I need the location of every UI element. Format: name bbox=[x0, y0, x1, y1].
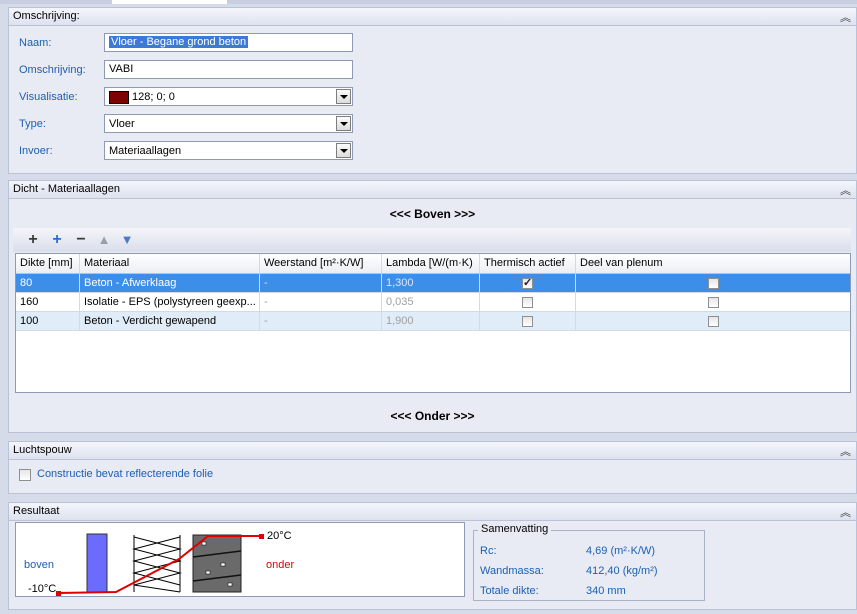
col-dikte[interactable]: Dikte [mm] bbox=[16, 254, 80, 273]
plenum-cell bbox=[576, 293, 850, 312]
table-row[interactable]: 80 Beton - Afwerklaag - 1,300 bbox=[16, 274, 850, 293]
visualisatie-select[interactable]: 128; 0; 0 bbox=[104, 87, 353, 106]
dicht-section: Dicht - Materiaallagen ︽ <<< Boven >>> +… bbox=[8, 180, 857, 433]
col-lambda[interactable]: Lambda [W/(m·K) bbox=[382, 254, 480, 273]
wandmassa-value: 412,40 (kg/m²) bbox=[586, 565, 658, 577]
reflecterende-folie-label[interactable]: Constructie bevat reflecterende folie bbox=[37, 468, 213, 480]
luchtspouw-header[interactable]: Luchtspouw ︽ bbox=[9, 442, 856, 460]
temperature-profile-graphic bbox=[56, 533, 264, 596]
collapse-icon[interactable]: ︽ bbox=[840, 443, 851, 459]
insert-icon[interactable]: + bbox=[49, 232, 65, 248]
visualisatie-label: Visualisatie: bbox=[19, 91, 78, 103]
collapse-icon[interactable]: ︽ bbox=[840, 504, 851, 520]
collapse-icon[interactable]: ︽ bbox=[840, 182, 851, 198]
chevron-down-icon[interactable] bbox=[336, 143, 351, 158]
col-thermisch[interactable]: Thermisch actief bbox=[480, 254, 576, 273]
totale-dikte-label: Totale dikte: bbox=[480, 585, 539, 597]
resultaat-section: Resultaat ︽ boven onder 20°C -10°C Samen… bbox=[8, 502, 857, 610]
onder-label: <<< Onder >>> bbox=[390, 409, 475, 423]
add-icon[interactable]: + bbox=[25, 232, 41, 248]
omschrijving-header[interactable]: Omschrijving: ︽ bbox=[9, 8, 856, 26]
dikte-cell[interactable]: 80 bbox=[16, 274, 80, 293]
section-title: Dicht - Materiaallagen bbox=[13, 183, 120, 195]
boven-label: <<< Boven >>> bbox=[389, 207, 476, 221]
chevron-down-icon[interactable] bbox=[336, 89, 351, 104]
omschrijving-label: Omschrijving: bbox=[19, 64, 86, 76]
invoer-label: Invoer: bbox=[19, 145, 53, 157]
wandmassa-label: Wandmassa: bbox=[480, 565, 544, 577]
materiaal-cell[interactable]: Beton - Afwerklaag bbox=[80, 274, 260, 293]
naam-label: Naam: bbox=[19, 37, 52, 49]
onder-side-label: onder bbox=[266, 559, 295, 571]
move-up-icon[interactable]: ▲ bbox=[96, 232, 112, 248]
rc-label: Rc: bbox=[480, 545, 497, 557]
col-plenum[interactable]: Deel van plenum bbox=[576, 254, 850, 273]
weerstand-cell: - bbox=[260, 274, 382, 293]
temp-top-label: 20°C bbox=[267, 530, 292, 542]
type-select[interactable]: Vloer bbox=[104, 114, 353, 133]
resultaat-header[interactable]: Resultaat ︽ bbox=[9, 503, 856, 521]
top-tab-strip bbox=[0, 0, 857, 4]
weerstand-cell: - bbox=[260, 293, 382, 312]
lambda-cell: 1,900 bbox=[382, 312, 480, 331]
table-row[interactable]: 160 Isolatie - EPS (polystyreen geexp...… bbox=[16, 293, 850, 312]
remove-icon[interactable]: − bbox=[73, 232, 89, 248]
omschrijving-section: Omschrijving: ︽ Naam: Vloer - Begane gro… bbox=[8, 7, 857, 174]
col-weerstand[interactable]: Weerstand [m²·K/W] bbox=[260, 254, 382, 273]
thermisch-cell bbox=[480, 312, 576, 331]
layer-toolbar: + + − ▲ ▼ bbox=[13, 228, 851, 252]
lambda-cell: 0,035 bbox=[382, 293, 480, 312]
dikte-cell[interactable]: 160 bbox=[16, 293, 80, 312]
section-title: Omschrijving: bbox=[13, 10, 80, 22]
chevron-down-icon[interactable] bbox=[336, 116, 351, 131]
move-down-icon[interactable]: ▼ bbox=[119, 232, 135, 248]
lambda-cell: 1,300 bbox=[382, 274, 480, 293]
grid-header: Dikte [mm] Materiaal Weerstand [m²·K/W] … bbox=[16, 254, 850, 274]
weerstand-cell: - bbox=[260, 312, 382, 331]
thermisch-checkbox[interactable] bbox=[522, 297, 533, 308]
plenum-cell bbox=[576, 312, 850, 331]
boven-side-label: boven bbox=[24, 559, 54, 571]
reflecterende-folie-checkbox[interactable] bbox=[19, 469, 31, 481]
totale-dikte-value: 340 mm bbox=[586, 585, 626, 597]
omschrijving-field[interactable]: VABI bbox=[104, 60, 353, 79]
thermisch-checkbox[interactable] bbox=[522, 276, 533, 289]
invoer-select[interactable]: Materiaallagen bbox=[104, 141, 353, 160]
type-label: Type: bbox=[19, 118, 46, 130]
section-title: Resultaat bbox=[13, 505, 60, 517]
layers-grid: Dikte [mm] Materiaal Weerstand [m²·K/W] … bbox=[15, 253, 851, 393]
col-materiaal[interactable]: Materiaal bbox=[80, 254, 260, 273]
color-swatch bbox=[109, 91, 129, 104]
visualisatie-value: 128; 0; 0 bbox=[132, 91, 175, 103]
invoer-value: Materiaallagen bbox=[109, 145, 182, 157]
samenvatting-group: Samenvatting Rc: 4,69 (m²·K/W) Wandmassa… bbox=[473, 523, 705, 601]
plenum-checkbox[interactable] bbox=[708, 278, 719, 289]
section-title: Luchtspouw bbox=[13, 444, 72, 456]
thermisch-checkbox[interactable] bbox=[522, 316, 533, 327]
materiaal-cell[interactable]: Isolatie - EPS (polystyreen geexp... bbox=[80, 293, 260, 312]
table-row[interactable]: 100 Beton - Verdicht gewapend - 1,900 bbox=[16, 312, 850, 331]
type-value: Vloer bbox=[109, 118, 135, 130]
naam-value: Vloer - Begane grond beton bbox=[109, 36, 249, 48]
plenum-checkbox[interactable] bbox=[708, 316, 719, 327]
plenum-checkbox[interactable] bbox=[708, 297, 719, 308]
collapse-icon[interactable]: ︽ bbox=[840, 9, 851, 25]
active-tab[interactable] bbox=[112, 0, 227, 4]
dicht-header[interactable]: Dicht - Materiaallagen ︽ bbox=[9, 181, 856, 199]
rc-value: 4,69 (m²·K/W) bbox=[586, 545, 656, 557]
temperature-profile: boven onder 20°C -10°C bbox=[15, 522, 465, 597]
thermisch-cell bbox=[480, 274, 576, 293]
thermisch-cell bbox=[480, 293, 576, 312]
materiaal-cell[interactable]: Beton - Verdicht gewapend bbox=[80, 312, 260, 331]
temp-bottom-label: -10°C bbox=[28, 583, 57, 595]
dikte-cell[interactable]: 100 bbox=[16, 312, 80, 331]
naam-field[interactable]: Vloer - Begane grond beton bbox=[104, 33, 353, 52]
plenum-cell bbox=[576, 274, 850, 293]
samenvatting-caption: Samenvatting bbox=[478, 523, 552, 535]
luchtspouw-section: Luchtspouw ︽ Constructie bevat reflecter… bbox=[8, 441, 857, 494]
